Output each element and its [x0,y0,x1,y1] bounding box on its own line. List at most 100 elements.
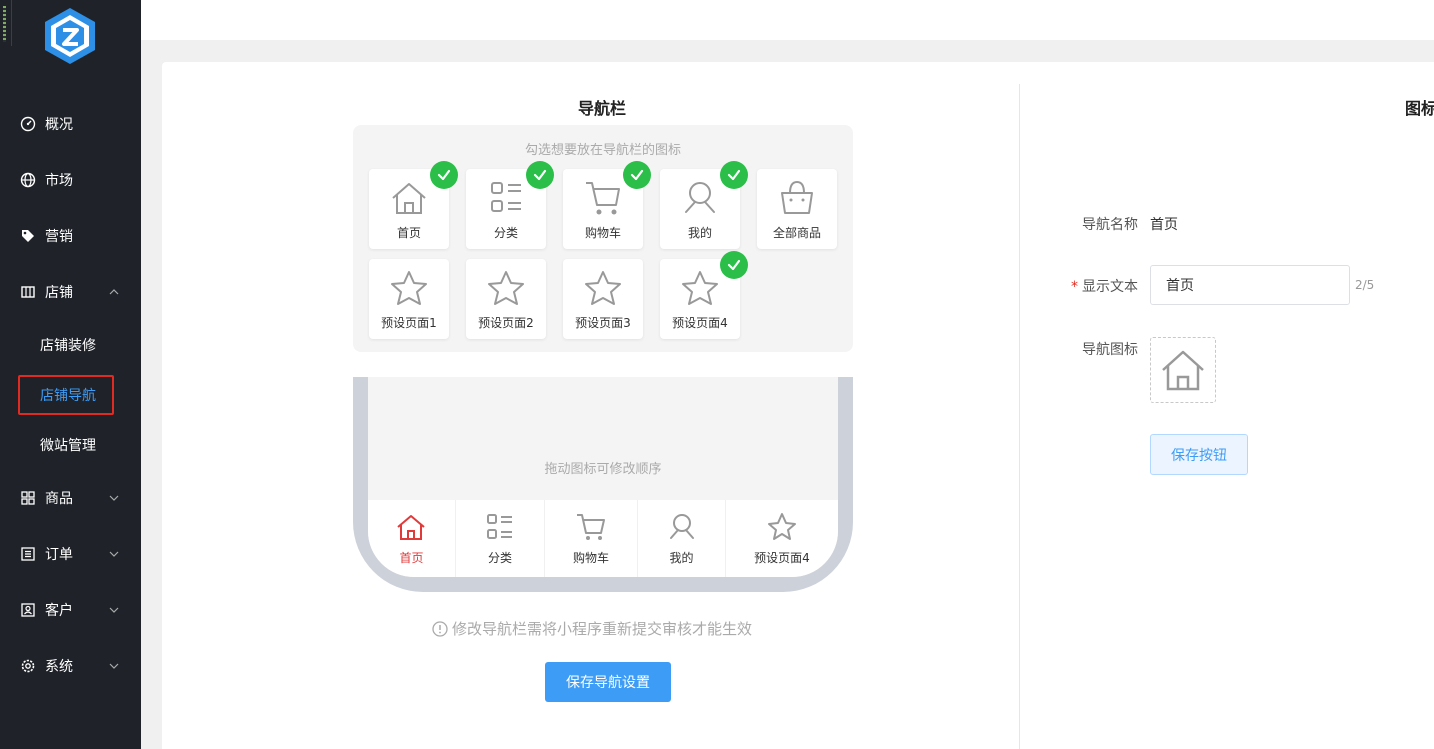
gear-icon [19,657,37,675]
sidebar-subitem-store-decoration[interactable]: 店铺装修 [0,325,141,365]
sidebar-item-products[interactable]: 商品 [0,478,141,518]
sidebar-item-customers[interactable]: 客户 [0,590,141,630]
picker-tile-label: 分类 [493,226,518,240]
drag-hint: 拖动图标可修改顺序 [544,462,662,477]
sidebar-item-label: 营销 [45,229,73,245]
sidebar-item-label: 店铺 [45,285,73,301]
tabbar-item-mine[interactable]: 我的 [638,500,725,577]
sidebar-subitem-label: 店铺导航 [40,388,96,404]
dashboard-icon [19,115,37,133]
picker-tile-preset-3[interactable]: 预设页面3 [563,259,643,339]
icon-section-title: 图标 [1405,99,1434,118]
sidebar-item-label: 系统 [45,659,73,675]
sidebar-item-label: 订单 [45,547,73,563]
phone-preview: 拖动图标可修改顺序 首页 分类 购物车 我的 预设页面4 [353,377,853,592]
phone-screen: 拖动图标可修改顺序 首页 分类 购物车 我的 预设页面4 [368,377,838,577]
customer-icon [19,601,37,619]
main-card: 导航栏 图标 勾选想要放在导航栏的图标 首页 分类 购物车 我的 全部商品 预设… [162,62,1434,749]
tabbar-item-cart[interactable]: 购物车 [545,500,637,577]
display-text-input[interactable] [1150,265,1350,305]
tabbar-preview: 首页 分类 购物车 我的 预设页面4 [368,500,838,577]
check-icon[interactable] [526,161,554,189]
logo [45,8,95,64]
sidebar-item-label: 客户 [45,603,73,619]
check-icon[interactable] [623,161,651,189]
picker-tile-preset-1[interactable]: 预设页面1 [369,259,449,339]
section-divider [1019,84,1020,749]
nav-icon-label: 导航图标 [1082,342,1138,358]
sidebar-item-system[interactable]: 系统 [0,646,141,686]
tabbar-item-label: 分类 [487,551,512,565]
picker-tile-all-products[interactable]: 全部商品 [757,169,837,249]
bag-icon [781,180,813,214]
user-icon [670,514,694,539]
tabbar-item-preset-4[interactable]: 预设页面4 [726,500,838,577]
sidebar-item-label: 概况 [45,117,73,133]
tabbar-item-label: 首页 [399,551,424,565]
display-text-label: * 显示文本 [1071,279,1138,295]
category-icon [491,182,521,212]
chevron-down-icon [109,663,119,669]
char-count: 2/5 [1355,278,1375,292]
check-icon[interactable] [720,161,748,189]
star-icon [768,513,796,540]
save-button[interactable]: 保存按钮 [1150,434,1248,475]
tabbar-item-label: 购物车 [572,551,609,565]
navbar-section-title: 导航栏 [578,99,627,118]
globe-icon [19,171,37,189]
store-icon [19,283,37,301]
check-icon[interactable] [720,251,748,279]
picker-tile-label: 预设页面2 [478,316,534,330]
notice-text: 修改导航栏需将小程序重新提交审核才能生效 [452,620,753,638]
grid-icon [19,489,37,507]
nav-icon-upload[interactable] [1150,337,1216,403]
sidebar-subitem-store-navigation[interactable]: 店铺导航 [0,375,141,415]
star-icon [682,271,718,305]
sidebar-item-market[interactable]: 市场 [0,160,141,200]
picker-tile-label: 我的 [687,226,712,240]
home-icon [1162,350,1204,391]
sidebar-item-overview[interactable]: 概况 [0,104,141,144]
tag-icon [19,227,37,245]
top-header [141,0,1434,40]
sidebar-item-orders[interactable]: 订单 [0,534,141,574]
sidebar-subitem-microsite[interactable]: 微站管理 [0,425,141,465]
tabbar-item-home[interactable]: 首页 [368,500,455,577]
nav-name-value: 首页 [1150,217,1178,233]
sidebar-item-label: 市场 [45,173,73,189]
picker-tile-preset-2[interactable]: 预设页面2 [466,259,546,339]
home-icon [392,183,426,214]
tabbar-item-category[interactable]: 分类 [456,500,544,577]
notice: 修改导航栏需将小程序重新提交审核才能生效 [432,618,752,639]
picker-tile-label: 预设页面4 [672,316,728,330]
picker-tile-label: 购物车 [584,226,621,240]
picker-tile-label: 首页 [396,226,421,240]
star-icon [488,271,524,305]
tabbar-item-label: 我的 [669,551,694,565]
star-icon [585,271,621,305]
sidebar: 概况 市场 营销 店铺 店铺装修 店铺导航 微站管理 商品 订单 客户 系统 [0,0,141,749]
check-icon[interactable] [430,161,458,189]
cart-icon [577,514,605,540]
picker-tile-label: 预设页面1 [381,316,437,330]
sidebar-subitem-label: 店铺装修 [40,338,96,354]
user-icon [685,182,715,213]
picker-tile-label: 全部商品 [772,226,821,240]
sidebar-subitem-label: 微站管理 [40,438,96,454]
sidebar-item-marketing[interactable]: 营销 [0,216,141,256]
order-list-icon [19,545,37,563]
chevron-down-icon [109,551,119,557]
chevron-up-icon [109,289,119,295]
sidebar-corner-indicator [0,0,12,46]
home-icon [397,515,425,540]
chevron-down-icon [109,495,119,501]
category-icon [487,514,512,539]
sidebar-item-label: 商品 [45,491,73,507]
save-nav-settings-button[interactable]: 保存导航设置 [545,662,671,702]
info-icon [432,620,448,637]
picker-tile-label: 预设页面3 [575,316,631,330]
star-icon [391,271,427,305]
picker-hint: 勾选想要放在导航栏的图标 [524,143,681,158]
sidebar-item-store[interactable]: 店铺 [0,272,141,312]
cart-icon [586,182,620,215]
